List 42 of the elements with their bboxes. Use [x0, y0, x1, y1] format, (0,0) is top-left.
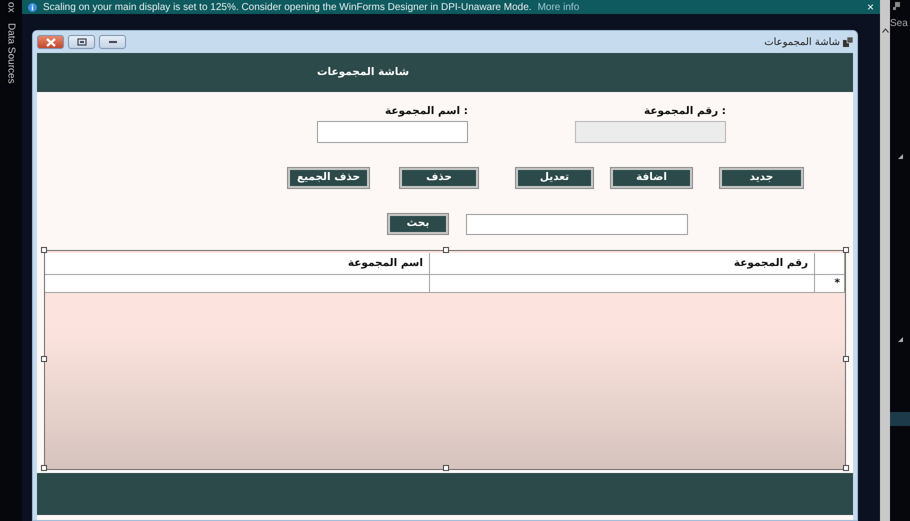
maximize-button[interactable]	[68, 35, 95, 49]
form-icon	[843, 37, 853, 47]
close-button[interactable]: ×	[866, 0, 874, 16]
scrollbar[interactable]	[880, 0, 890, 521]
panel-tab[interactable]: ox	[4, 2, 18, 13]
panel-tab[interactable]: Data Sources	[4, 22, 18, 84]
selection-handle[interactable]	[443, 465, 449, 471]
notification-message: Scaling on your main display is set to 125%. Consider opening the WinForms Designer in DPI-Unaware Mode.	[43, 0, 532, 14]
form-header-title: شاشة المجموعات	[317, 64, 410, 80]
close-button[interactable]	[37, 35, 64, 49]
selection-handle[interactable]	[41, 356, 47, 362]
window-title: شاشة المجموعات	[764, 36, 840, 50]
input-field[interactable]	[317, 121, 468, 143]
selection-handle[interactable]	[843, 356, 849, 362]
field-label: رقم المجموعة :	[643, 105, 726, 117]
expand-icon[interactable]	[898, 154, 903, 159]
column-header: اسم المجموعة	[45, 253, 430, 275]
action-button[interactable]: اضافة	[611, 168, 692, 188]
action-button[interactable]: تعديل	[516, 168, 593, 188]
action-button[interactable]: جديد	[720, 168, 803, 188]
field-label: اسم المجموعة :	[384, 105, 468, 117]
expand-icon[interactable]	[898, 337, 903, 342]
column-header: رقم المجموعة	[430, 253, 815, 275]
action-button[interactable]: حذف الجميع	[288, 168, 369, 188]
selection-handle[interactable]	[41, 465, 47, 471]
selection-handle[interactable]	[843, 247, 849, 253]
selection-handle[interactable]	[443, 247, 449, 253]
info-icon	[28, 2, 37, 12]
search-field[interactable]	[466, 214, 688, 235]
minimize-icon	[108, 40, 118, 44]
maximize-icon	[76, 38, 86, 46]
row-header-corner	[815, 253, 845, 275]
selection-handle[interactable]	[41, 247, 47, 253]
more-info-link[interactable]: More info	[538, 0, 580, 14]
pin-icon[interactable]	[893, 2, 901, 10]
scroll-up-icon[interactable]	[882, 28, 888, 33]
close-icon	[44, 38, 56, 46]
action-button[interactable]: حذف	[400, 168, 478, 188]
minimize-button[interactable]	[99, 35, 126, 49]
search-button[interactable]: بحث	[388, 214, 448, 234]
selection-handle[interactable]	[843, 465, 849, 471]
search-field[interactable]: Sea	[890, 16, 908, 31]
